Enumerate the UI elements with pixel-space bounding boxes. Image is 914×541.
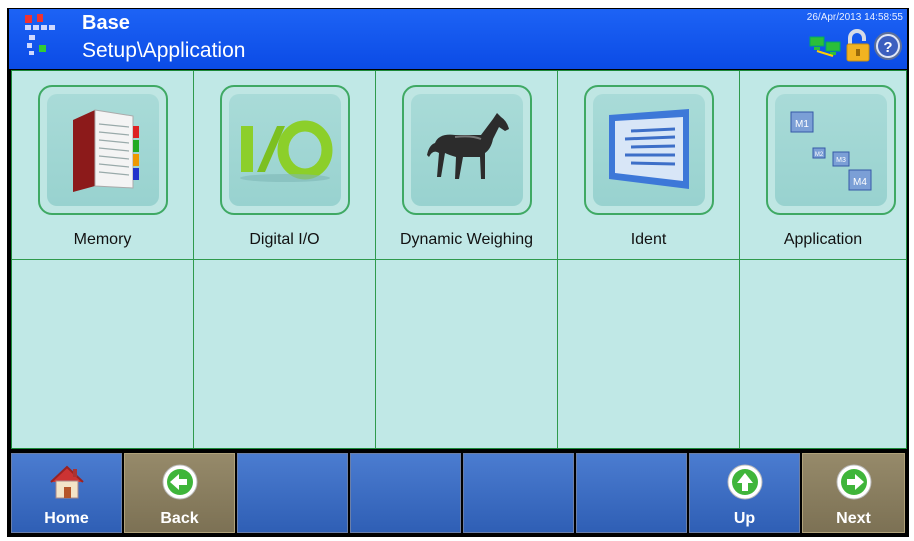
- tile-button[interactable]: [220, 85, 350, 215]
- home-button-label: Home: [44, 510, 89, 527]
- up-button[interactable]: Up: [689, 453, 800, 533]
- ident-screen-icon: [609, 109, 689, 189]
- tile-button[interactable]: [402, 85, 532, 215]
- tile-button[interactable]: M1 M2 M3 M4: [766, 85, 896, 215]
- app-icon: [25, 14, 55, 55]
- memory-book-icon: [73, 109, 139, 192]
- header-datetime: 26/Apr/2013 14:58:55: [806, 12, 903, 23]
- svg-text:M4: M4: [853, 177, 867, 188]
- unlock-icon[interactable]: [845, 29, 871, 63]
- up-arrow-icon: [727, 464, 762, 500]
- softkey-bar: Home Back Up Next: [9, 451, 907, 535]
- svg-text:?: ?: [883, 39, 892, 56]
- horse-icon: [427, 113, 509, 179]
- grid-item-label: Memory: [73, 231, 132, 248]
- grid-item-empty: [558, 260, 740, 448]
- tile-button[interactable]: [584, 85, 714, 215]
- grid-item-dynamic-weighing[interactable]: Dynamic Weighing: [376, 71, 558, 260]
- softkey-empty-1[interactable]: [237, 453, 348, 533]
- svg-text:M2: M2: [815, 152, 824, 158]
- grid-item-ident[interactable]: Ident: [558, 71, 740, 260]
- grid-item-memory[interactable]: Memory: [12, 71, 194, 260]
- softkey-empty-4[interactable]: [576, 453, 687, 533]
- network-icon: [809, 34, 843, 58]
- softkey-empty-3[interactable]: [463, 453, 574, 533]
- header-title: Base: [82, 12, 130, 34]
- grid-item-digital-io[interactable]: Digital I/O: [194, 71, 376, 260]
- grid-item-empty: [194, 260, 376, 448]
- grid-item-empty: [12, 260, 194, 448]
- header-breadcrumb: Setup\Application: [82, 39, 246, 62]
- home-button[interactable]: Home: [11, 453, 122, 533]
- grid-item-label: Ident: [630, 231, 667, 248]
- grid-item-application[interactable]: M1 M2 M3 M4 Application: [740, 71, 906, 260]
- grid-item-label: Dynamic Weighing: [399, 231, 534, 248]
- back-button-label: Back: [160, 510, 199, 527]
- application-grid: Memory Digital I/O Dynamic Weighing Iden…: [11, 70, 907, 449]
- io-icon: [240, 120, 333, 182]
- header-bar: Base Setup\Application 26/Apr/2013 14:58…: [9, 9, 907, 69]
- header-status-icons: ?: [809, 27, 903, 65]
- grid-item-label: Application: [783, 231, 863, 248]
- tile-button[interactable]: [38, 85, 168, 215]
- grid-item-empty: [740, 260, 906, 448]
- svg-text:M1: M1: [795, 119, 809, 130]
- right-arrow-icon: [836, 464, 871, 500]
- grid-item-label: Digital I/O: [249, 231, 320, 248]
- svg-text:M3: M3: [836, 157, 846, 164]
- grid-item-empty: [376, 260, 558, 448]
- softkey-empty-2[interactable]: [350, 453, 461, 533]
- application-m-icon: M1 M2 M3 M4: [790, 111, 872, 191]
- home-icon: [49, 465, 84, 499]
- up-button-label: Up: [733, 510, 756, 527]
- next-button[interactable]: Next: [802, 453, 905, 533]
- next-button-label: Next: [836, 510, 871, 527]
- back-button[interactable]: Back: [124, 453, 235, 533]
- left-arrow-icon: [162, 464, 197, 500]
- help-icon[interactable]: ?: [873, 31, 903, 61]
